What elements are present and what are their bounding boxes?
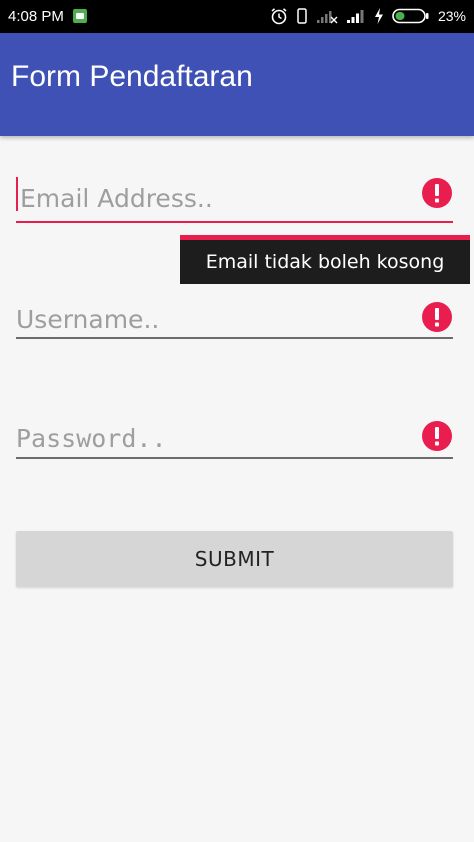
status-bar: 4:08 PM 23%	[0, 0, 474, 33]
submit-button[interactable]: SUBMIT	[16, 531, 453, 587]
username-underline	[16, 337, 453, 339]
text-cursor	[16, 177, 18, 211]
page-title: Form Pendaftaran	[11, 60, 253, 93]
signal-no-sim-icon	[316, 11, 338, 24]
error-icon	[422, 302, 452, 332]
app-bar: Form Pendaftaran	[0, 33, 474, 136]
charging-bolt-icon	[374, 8, 383, 24]
notification-app-icon	[73, 9, 87, 23]
password-underline	[16, 457, 453, 459]
error-icon	[422, 178, 452, 208]
email-underline	[16, 221, 453, 223]
alarm-icon	[271, 8, 287, 25]
battery-percent: 23%	[437, 8, 466, 24]
status-time: 4:08 PM	[8, 8, 64, 25]
email-field[interactable]	[20, 178, 420, 218]
battery-icon	[392, 8, 429, 24]
password-field[interactable]	[16, 418, 416, 458]
status-icons: 23%	[270, 6, 466, 26]
username-field[interactable]	[16, 299, 416, 339]
vibrate-icon	[297, 8, 307, 24]
error-tooltip: Email tidak boleh kosong	[180, 235, 470, 284]
error-icon	[422, 421, 452, 451]
signal-strength-icon	[346, 10, 364, 23]
